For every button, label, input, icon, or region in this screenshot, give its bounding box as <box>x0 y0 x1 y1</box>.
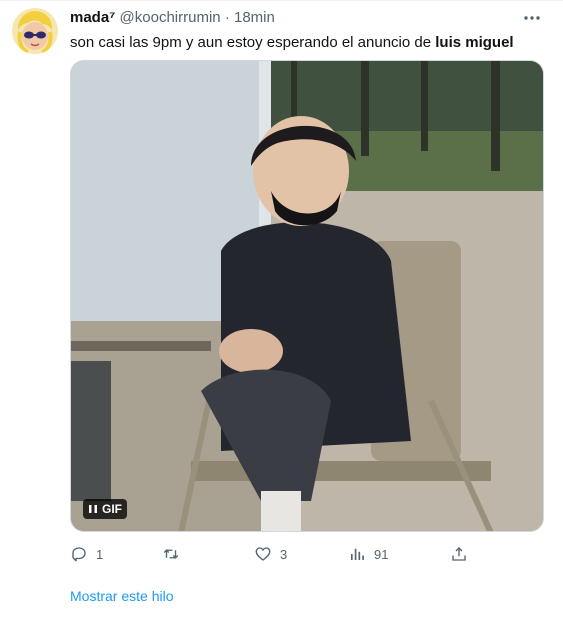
gif-badge[interactable]: GIF <box>83 499 127 519</box>
share-button[interactable] <box>450 543 468 565</box>
retweet-icon <box>163 549 179 559</box>
divider <box>0 0 563 1</box>
pause-icon[interactable] <box>88 504 98 514</box>
tweet-text-main: son casi las 9pm y aun estoy esperando e… <box>70 34 436 51</box>
views-button[interactable]: 91 <box>348 543 388 565</box>
like-count: 3 <box>280 546 288 562</box>
show-thread-link[interactable]: Mostrar este hilo <box>70 588 173 604</box>
tweet-text-bold: luis miguel <box>435 34 514 51</box>
avatar-image <box>12 8 58 54</box>
retweet-button[interactable] <box>162 543 188 565</box>
tweet-media-gif[interactable]: GIF <box>70 60 544 532</box>
author-name[interactable]: mada⁷ <box>70 9 115 26</box>
tweet-card[interactable]: mada⁷ @koochirrumin · 18min son casi las… <box>0 0 563 620</box>
share-icon <box>452 547 466 561</box>
author-handle[interactable]: @koochirrumin <box>120 9 221 26</box>
separator-dot: · <box>224 9 230 26</box>
views-icon <box>351 548 364 560</box>
heart-icon <box>255 547 271 561</box>
views-count: 91 <box>374 546 389 562</box>
tweet-header: mada⁷ @koochirrumin · 18min <box>70 9 523 27</box>
gif-label: GIF <box>102 502 122 516</box>
gif-frame <box>71 61 543 531</box>
tweet-text: son casi las 9pm y aun estoy esperando e… <box>70 33 514 53</box>
tweet-actions: 1 3 91 <box>70 543 470 565</box>
avatar[interactable] <box>12 8 58 54</box>
timestamp[interactable]: 18min <box>234 9 275 26</box>
reply-icon <box>72 547 86 562</box>
more-icon <box>524 16 540 20</box>
reply-button[interactable]: 1 <box>70 543 103 565</box>
reply-count: 1 <box>96 546 104 562</box>
like-button[interactable]: 3 <box>254 543 287 565</box>
more-options-button[interactable] <box>521 9 543 27</box>
